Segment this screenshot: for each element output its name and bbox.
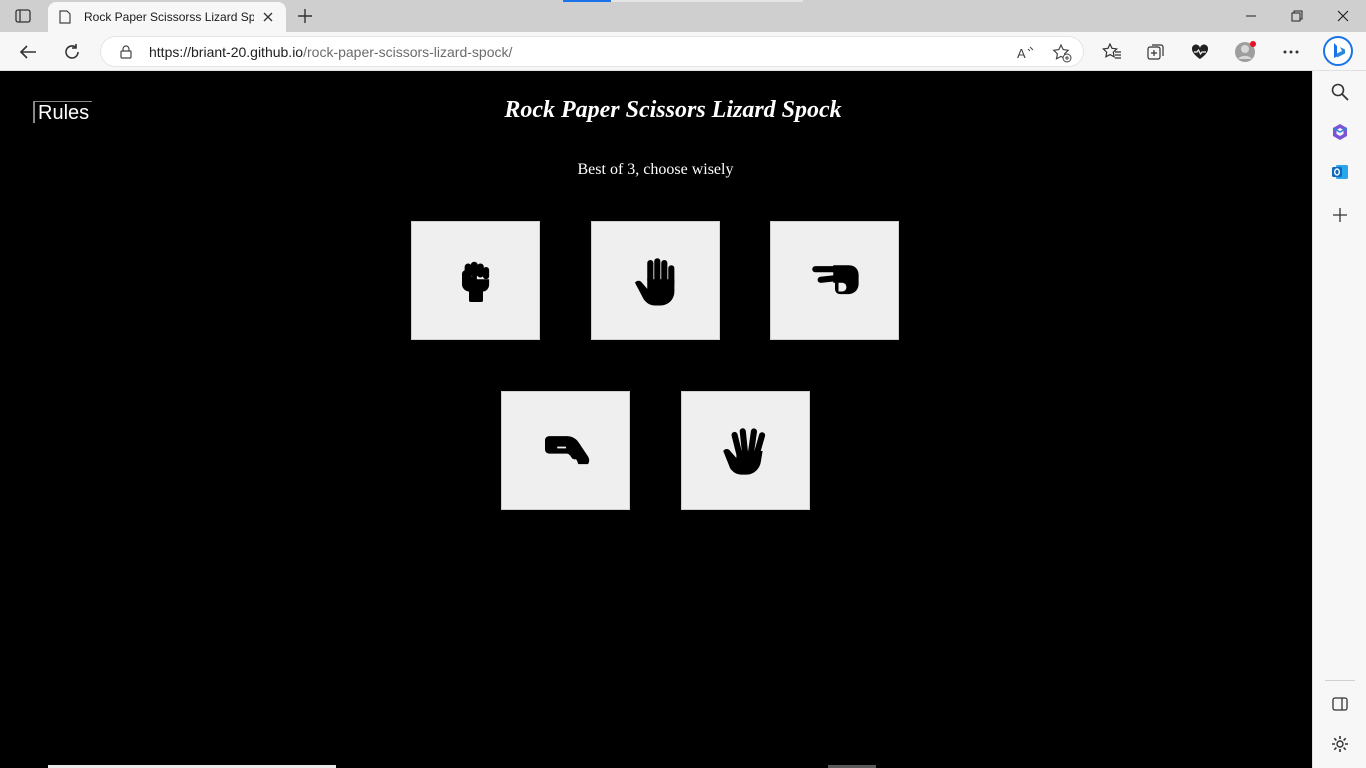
favorites-button[interactable] [1099, 39, 1125, 65]
plus-icon [1333, 208, 1347, 222]
spock-button[interactable] [681, 391, 810, 510]
close-tab-icon[interactable] [260, 9, 276, 25]
page-content: Rules Rock Paper Scissors Lizard Spock B… [0, 71, 1311, 768]
back-arrow-icon [19, 45, 36, 59]
tab-indicator [563, 0, 611, 2]
url-text: https://briant-20.github.io/rock-paper-s… [149, 44, 512, 60]
bing-icon [1323, 36, 1353, 66]
tab-actions-icon [15, 9, 31, 23]
scissors-button[interactable] [770, 221, 899, 340]
sidebar-divider [1325, 680, 1355, 681]
sidebar-settings-button[interactable] [1328, 732, 1352, 756]
more-dots-icon [1283, 50, 1299, 54]
browser-toolbar: https://briant-20.github.io/rock-paper-s… [0, 32, 1366, 71]
open-hand-icon [634, 257, 674, 305]
avatar-icon [1235, 41, 1256, 62]
sidebar-outlook-button[interactable] [1328, 160, 1352, 184]
page-icon [58, 10, 72, 24]
sidebar-add-button[interactable] [1328, 203, 1352, 227]
rock-button[interactable] [411, 221, 540, 340]
paper-button[interactable] [591, 221, 720, 340]
profile-button[interactable] [1232, 39, 1258, 65]
refresh-button[interactable] [59, 39, 85, 65]
tab-title: Rock Paper Scissorss Lizard Spoc [84, 10, 254, 24]
svg-text:A: A [1017, 46, 1026, 61]
minimize-icon [1246, 15, 1256, 17]
sidebar-office-button[interactable] [1328, 120, 1352, 144]
refresh-icon [65, 44, 79, 59]
office-icon [1332, 124, 1348, 140]
split-panel-icon [1332, 697, 1348, 711]
tab-bar: Rock Paper Scissorss Lizard Spoc [0, 0, 1366, 32]
restore-icon [1291, 10, 1303, 22]
spock-hand-icon [722, 427, 765, 475]
page-title: Rock Paper Scissors Lizard Spock [504, 97, 842, 123]
edge-sidebar [1312, 71, 1366, 768]
close-icon [1337, 10, 1349, 22]
browser-essentials-button[interactable] [1187, 39, 1213, 65]
bing-copilot-button[interactable] [1322, 35, 1354, 67]
settings-more-button[interactable] [1278, 39, 1304, 65]
gear-icon [1332, 736, 1348, 752]
minimize-button[interactable] [1236, 4, 1266, 28]
lock-icon [120, 45, 132, 59]
new-tab-button[interactable] [294, 5, 316, 27]
close-window-button[interactable] [1328, 4, 1358, 28]
tab-indicator-track [611, 0, 803, 2]
plus-icon [298, 9, 312, 23]
read-aloud-icon: A [1017, 46, 1034, 61]
page-subtitle: Best of 3, choose wisely [577, 161, 734, 178]
favorites-icon [1102, 43, 1121, 59]
outlook-icon [1332, 165, 1348, 179]
star-add-icon [1052, 43, 1072, 63]
add-favorite-button[interactable] [1051, 42, 1073, 64]
back-button[interactable] [15, 39, 41, 65]
active-tab[interactable]: Rock Paper Scissorss Lizard Spoc [48, 2, 286, 32]
url-host: https://briant-20.github.io [149, 44, 304, 60]
scissors-hand-icon [811, 264, 859, 294]
heart-pulse-icon [1191, 44, 1209, 59]
collections-button[interactable] [1143, 39, 1169, 65]
fist-icon [461, 261, 489, 302]
search-icon [1331, 83, 1349, 101]
tab-actions-button[interactable] [10, 6, 36, 26]
restore-button[interactable] [1282, 4, 1312, 28]
lizard-hand-icon [544, 435, 589, 464]
url-path: /rock-paper-scissors-lizard-spock/ [303, 44, 513, 60]
sidebar-layout-button[interactable] [1328, 692, 1352, 716]
collections-icon [1147, 44, 1164, 60]
sidebar-search-button[interactable] [1328, 80, 1352, 104]
lizard-button[interactable] [501, 391, 630, 510]
read-aloud-button[interactable]: A [1015, 42, 1037, 64]
address-bar[interactable]: https://briant-20.github.io/rock-paper-s… [100, 36, 1084, 67]
